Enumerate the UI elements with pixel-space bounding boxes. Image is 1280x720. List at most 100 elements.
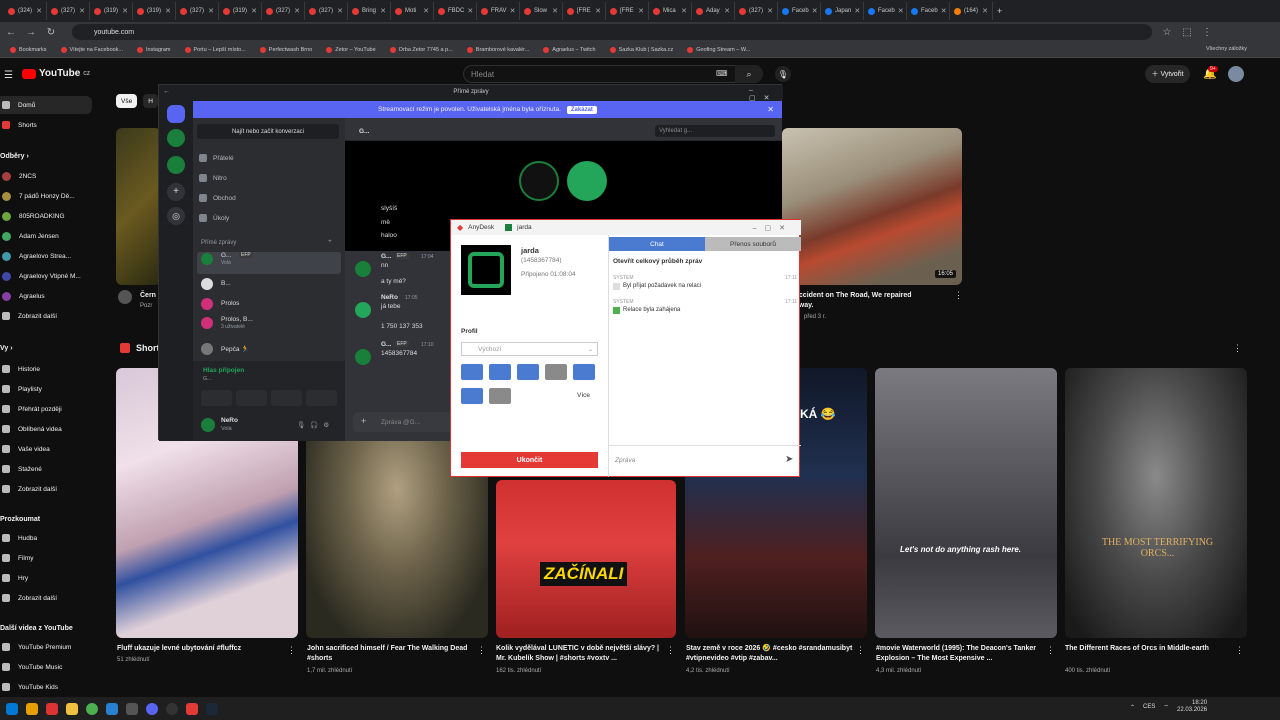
tab-close-icon[interactable]: ✕ bbox=[423, 7, 429, 15]
ad-btn-3[interactable] bbox=[517, 364, 539, 380]
camera-button[interactable] bbox=[201, 390, 232, 406]
bookmark-item[interactable]: Goofing Stream – W... bbox=[687, 46, 750, 53]
sidebar-item[interactable]: 7 pádů Honzy Dě... bbox=[0, 187, 92, 205]
anydesk-taskbar-icon[interactable] bbox=[186, 702, 198, 715]
ad-btn-6[interactable] bbox=[461, 388, 483, 404]
discord-home-icon[interactable] bbox=[167, 105, 185, 123]
browser-tab[interactable]: (319) ✕ bbox=[90, 2, 133, 20]
bookmark-item[interactable]: Vítejte na Facebook... bbox=[60, 46, 123, 53]
message-field[interactable]: Zpráva bbox=[615, 457, 635, 464]
audio-button[interactable] bbox=[545, 364, 567, 380]
lang-indicator[interactable]: CES bbox=[1143, 704, 1155, 710]
short-title[interactable]: John sacrificed himself / Fear The Walki… bbox=[307, 644, 475, 664]
server-icon-2[interactable] bbox=[167, 156, 185, 174]
sidebar-item[interactable]: Filmy bbox=[0, 549, 92, 567]
browser-tab[interactable]: (324) ✕ bbox=[4, 2, 47, 20]
bookmark-item[interactable]: Bookmarks bbox=[10, 46, 47, 53]
forward-icon[interactable]: → bbox=[26, 27, 36, 38]
short-menu-icon[interactable]: ⋮ bbox=[856, 645, 865, 656]
browser-tab[interactable]: [FRE ✕ bbox=[563, 2, 606, 20]
tab-close-icon[interactable]: ✕ bbox=[36, 7, 42, 15]
start-icon[interactable] bbox=[6, 702, 18, 715]
tray-chevron-icon[interactable]: ⌃ bbox=[1130, 704, 1135, 711]
video-menu-icon[interactable]: ⋮ bbox=[954, 290, 963, 301]
account-avatar[interactable] bbox=[1228, 66, 1244, 82]
bookmark-item[interactable]: Portu – Lepší místo... bbox=[184, 46, 246, 53]
browser-tab[interactable]: Faceb ✕ bbox=[864, 2, 907, 20]
bookmark-item[interactable]: Bramborové kavalér... bbox=[466, 46, 529, 53]
ad-btn-7[interactable] bbox=[489, 388, 511, 404]
sidebar-item[interactable]: Vaše videa bbox=[0, 440, 92, 458]
sidebar-item[interactable]: Agraelus bbox=[0, 287, 92, 305]
tab-close-icon[interactable]: ✕ bbox=[854, 7, 860, 15]
end-session-button[interactable]: Ukončit bbox=[461, 452, 598, 468]
chip-all[interactable]: Vše bbox=[116, 94, 138, 108]
dm-item[interactable]: G... EFP Volá bbox=[199, 251, 339, 269]
banner-close-icon[interactable]: ✕ bbox=[767, 105, 774, 114]
browser-tab[interactable]: (327) ✕ bbox=[176, 2, 219, 20]
window-controls[interactable]: –▢✕ bbox=[749, 87, 781, 102]
find-conversation-input[interactable]: Najít nebo začít konverzaci bbox=[197, 124, 339, 139]
tab-close-icon[interactable]: ✕ bbox=[510, 7, 516, 15]
browser-tab[interactable]: Aday ✕ bbox=[692, 2, 735, 20]
dm-search-input[interactable]: Vyhledat g... bbox=[655, 125, 775, 137]
attach-icon[interactable]: + bbox=[361, 416, 366, 426]
file-explorer-icon[interactable] bbox=[66, 702, 78, 715]
browser-tab[interactable]: FRAV ✕ bbox=[477, 2, 520, 20]
dm-item[interactable]: Prolos, B... 3 uživatelé bbox=[199, 315, 339, 333]
video-title-left[interactable]: Čern bbox=[140, 291, 156, 301]
browser-tab[interactable]: Bring ✕ bbox=[348, 2, 391, 20]
back-icon[interactable]: ← bbox=[6, 27, 16, 38]
short-title[interactable]: The Different Races of Orcs in Middle-ea… bbox=[1065, 644, 1233, 654]
add-server-icon[interactable]: + bbox=[167, 183, 185, 201]
browser-tab[interactable]: FBDC ✕ bbox=[434, 2, 477, 20]
video-title-accident[interactable]: an Accident on The Road, We repairedting… bbox=[784, 291, 912, 311]
browser-tab[interactable]: (327) ✕ bbox=[47, 2, 90, 20]
shorts-shelf-menu-icon[interactable]: ⋮ bbox=[1233, 343, 1242, 354]
sidebar-item[interactable]: YouTube Music bbox=[0, 658, 92, 676]
browser-tab[interactable]: (319) ✕ bbox=[133, 2, 176, 20]
sidebar-item[interactable]: Playlisty bbox=[0, 380, 92, 398]
sidebar-shorts[interactable]: Shorts bbox=[0, 116, 92, 134]
sidebar-item[interactable]: Adam Jensen bbox=[0, 227, 92, 245]
channel-avatar[interactable] bbox=[118, 290, 132, 304]
you-heading[interactable]: Vy › bbox=[0, 345, 13, 352]
profile-select[interactable]: Výchozí ⌄ bbox=[461, 342, 598, 356]
chip-2[interactable]: H bbox=[143, 94, 158, 108]
tab-chat[interactable]: Chat bbox=[609, 237, 705, 251]
short-menu-icon[interactable]: ⋮ bbox=[477, 645, 486, 656]
app-icon-2[interactable] bbox=[46, 702, 58, 715]
browser-tab[interactable]: (327) ✕ bbox=[735, 2, 778, 20]
browser-tab[interactable]: (327) ✕ bbox=[262, 2, 305, 20]
tab-close-icon[interactable]: ✕ bbox=[294, 7, 300, 15]
app-icon-3[interactable] bbox=[106, 702, 118, 715]
tab-close-icon[interactable]: ✕ bbox=[941, 7, 947, 15]
tab-close-icon[interactable]: ✕ bbox=[638, 7, 644, 15]
message-author[interactable]: G... bbox=[381, 341, 391, 348]
short-menu-icon[interactable]: ⋮ bbox=[666, 645, 675, 656]
discord-back-icon[interactable]: ← bbox=[163, 88, 170, 95]
browser-tab[interactable]: Faceb ✕ bbox=[778, 2, 821, 20]
message-avatar[interactable] bbox=[355, 261, 371, 277]
tab-close-icon[interactable]: ✕ bbox=[982, 7, 988, 15]
message-author[interactable]: NeRo bbox=[381, 294, 398, 301]
sidebar-item[interactable]: 805ROADKING bbox=[0, 207, 92, 225]
bookmark-item[interactable]: Zetor – YouTube bbox=[326, 46, 376, 53]
subscriptions-heading[interactable]: Odběry › bbox=[0, 153, 29, 160]
network-icon[interactable]: ⌔ bbox=[1163, 703, 1169, 711]
ad-btn-1[interactable] bbox=[461, 364, 483, 380]
hamburger-icon[interactable]: ☰ bbox=[4, 70, 13, 81]
sidebar-item[interactable]: Zobrazit další bbox=[0, 307, 92, 325]
sidebar-item[interactable]: Agraelovy Vtipné M... bbox=[0, 267, 92, 285]
clock[interactable]: 18:20 22.03.2026 bbox=[1177, 700, 1207, 714]
sidebar-item[interactable]: Hudba bbox=[0, 529, 92, 547]
sidebar-item[interactable]: Zobrazit další bbox=[0, 480, 92, 498]
activities-button[interactable] bbox=[271, 390, 302, 406]
short-menu-icon[interactable]: ⋮ bbox=[1235, 645, 1244, 656]
app-icon-5[interactable] bbox=[166, 702, 178, 715]
tab-close-icon[interactable]: ✕ bbox=[122, 7, 128, 15]
browser-tab[interactable]: (319) ✕ bbox=[219, 2, 262, 20]
dm-item[interactable]: B... bbox=[199, 276, 339, 294]
tab-close-icon[interactable]: ✕ bbox=[812, 7, 818, 15]
tab-close-icon[interactable]: ✕ bbox=[767, 7, 773, 15]
